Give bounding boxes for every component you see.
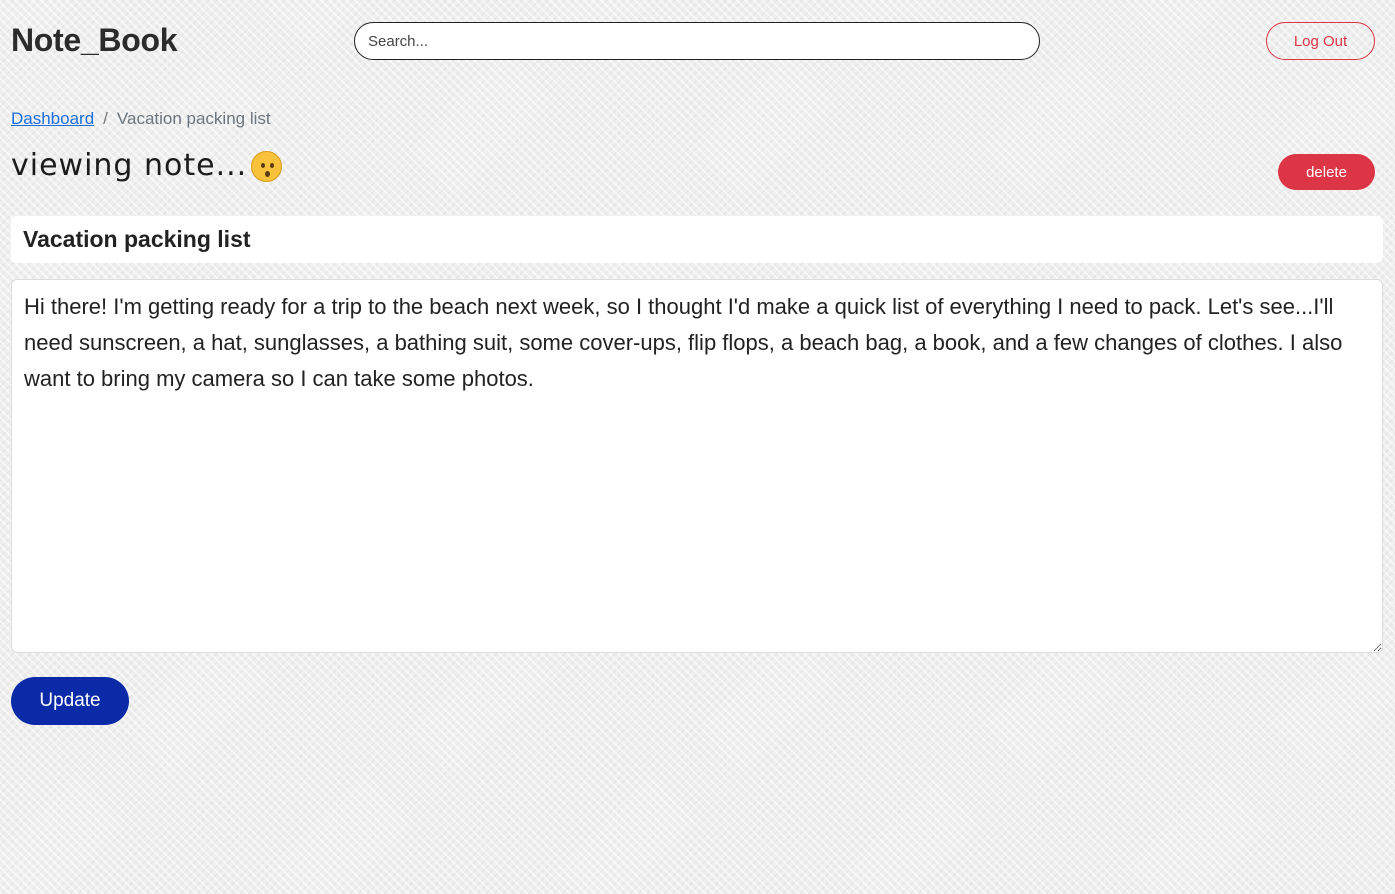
note-content-textarea[interactable]: Hi there! I'm getting ready for a trip t… [11,279,1383,653]
top-navbar: Note_Book Log Out [0,0,1395,84]
breadcrumb-dashboard-link[interactable]: Dashboard [11,109,94,129]
logout-button[interactable]: Log Out [1266,22,1375,60]
brand-logo[interactable]: Note_Book [11,22,178,59]
page-title: viewing note... [11,148,248,183]
delete-button[interactable]: delete [1278,154,1375,190]
note-title-field[interactable]: Vacation packing list [11,216,1383,263]
hushed-face-icon [251,151,283,182]
page-heading: viewing note... [11,148,283,183]
breadcrumb-separator: / [103,109,108,128]
update-button[interactable]: Update [11,677,129,725]
breadcrumb-current: Vacation packing list [116,109,271,128]
search-input[interactable] [354,22,1040,60]
breadcrumb: Dashboard / Vacation packing list [11,109,271,129]
